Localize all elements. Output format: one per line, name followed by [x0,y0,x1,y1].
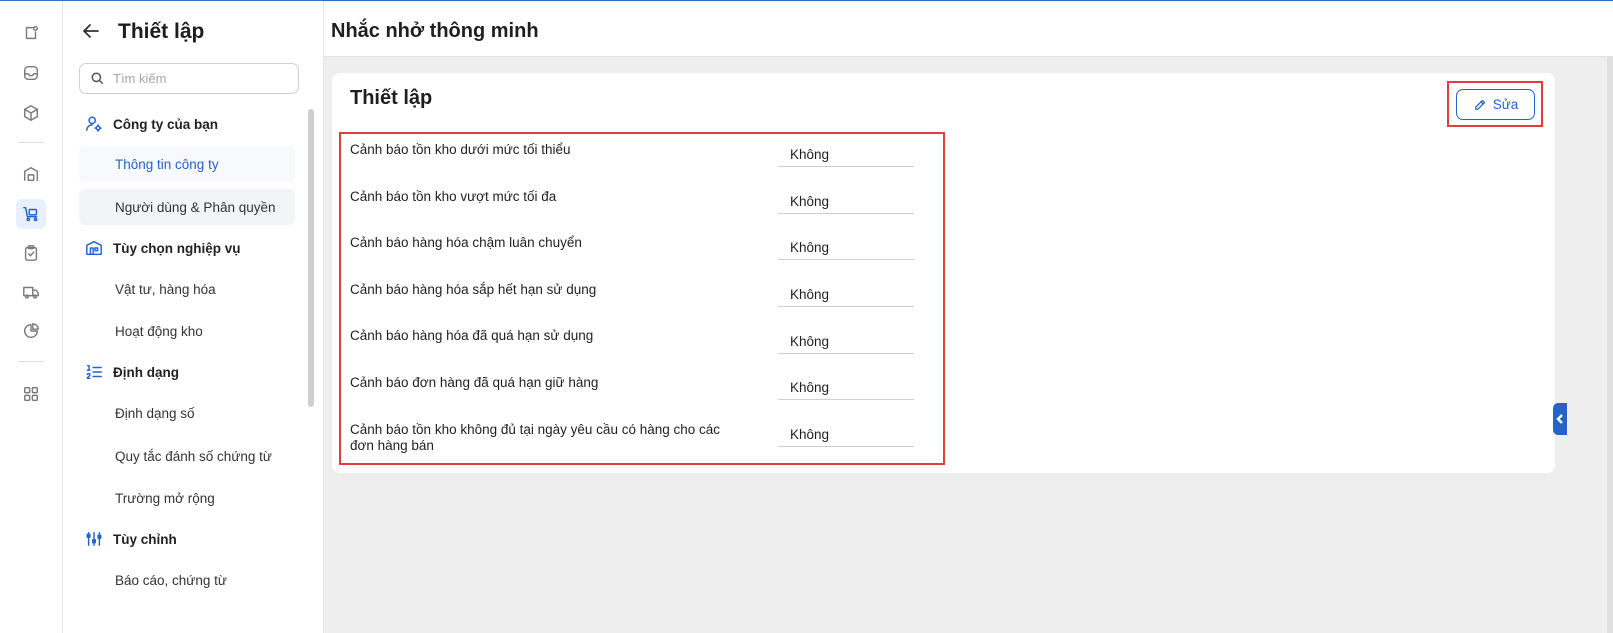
app-icon-rail [0,1,63,633]
card-title: Thiết lập [350,87,433,109]
truck-icon[interactable] [16,277,46,307]
section-label: Tùy chỉnh [113,531,177,547]
pie-chart-icon[interactable] [16,316,46,346]
section-label: Tùy chọn nghiệp vụ [113,240,241,256]
setting-value: Không [778,334,914,354]
section-dinh-dang[interactable]: Định dạng [85,363,179,381]
setting-value: Không [778,427,914,447]
numbered-list-icon [86,364,102,380]
setting-value: Không [778,240,914,260]
page-header: Nhắc nhở thông minh [324,2,1613,57]
main-panel: Nhắc nhở thông minh Thiết lập Sửa Cảnh b… [324,1,1613,633]
sidebar-item-nguoi-dung[interactable]: Người dùng & Phân quyền [79,189,295,225]
setting-label: Cảnh báo hàng hóa chậm luân chuyển [350,235,582,250]
app-window: Thiết lập Công ty của bạn Thông tin công… [0,0,1613,633]
sidebar-item-vat-tu[interactable]: Vật tư, hàng hóa [79,271,295,307]
setting-value: Không [778,194,914,214]
edit-label: Sửa [1492,97,1519,112]
inbox-icon[interactable] [16,58,46,88]
sidebar-item-hoat-dong-kho[interactable]: Hoạt động kho [79,313,295,349]
warehouse-icon[interactable] [16,159,46,189]
section-tuy-chinh[interactable]: Tùy chỉnh [85,530,177,548]
chevron-left-icon [1556,414,1563,424]
rail-divider [18,361,44,362]
building-icon [86,240,102,256]
box-icon[interactable] [16,98,46,128]
settings-sidebar: Thiết lập Công ty của bạn Thông tin công… [63,1,324,633]
cart-icon[interactable] [16,199,46,229]
clipboard-check-icon[interactable] [16,238,46,268]
apps-grid-icon[interactable] [16,379,46,409]
section-label: Công ty của bạn [113,116,219,132]
sidebar-item-thong-tin-cong-ty[interactable]: Thông tin công ty [79,146,295,182]
pencil-icon [1474,99,1485,110]
search-box[interactable] [79,63,299,94]
sidebar-item-dinh-dang-so[interactable]: Định dạng số [79,395,295,431]
section-label: Định dạng [113,364,179,380]
expand-panel-tab[interactable] [1553,403,1567,435]
sidebar-item-truong-mo-rong[interactable]: Trường mở rộng [79,480,295,516]
back-arrow-icon[interactable] [81,21,103,43]
dashboard-icon[interactable] [16,18,46,48]
sidebar-item-quy-tac-danh-so[interactable]: Quy tắc đánh số chứng từ [79,438,295,474]
setting-value: Không [778,287,914,307]
setting-label: Cảnh báo hàng hóa sắp hết hạn sử dụng [350,282,597,297]
setting-value: Không [778,147,914,167]
section-tuy-chon-nghiep-vu[interactable]: Tùy chọn nghiệp vụ [85,239,241,257]
setting-label: Cảnh báo tồn kho không đủ tại ngày yêu c… [350,422,721,453]
section-cong-ty[interactable]: Công ty của bạn [85,115,218,133]
setting-value: Không [778,380,914,400]
setting-label: Cảnh báo tồn kho vượt mức tối đa [350,189,557,204]
sidebar-title: Thiết lập [118,20,205,43]
search-icon [91,72,104,85]
edit-button[interactable]: Sửa [1456,89,1535,120]
user-gear-icon [86,116,102,132]
page-title: Nhắc nhở thông minh [331,20,539,42]
sliders-icon [86,531,102,547]
sidebar-item-bao-cao[interactable]: Báo cáo, chứng từ [79,562,295,598]
rail-divider [18,142,44,143]
sidebar-scrollbar[interactable] [308,109,314,407]
settings-card: Thiết lập Sửa Cảnh báo tồn kho dưới mức … [332,73,1555,473]
setting-label: Cảnh báo đơn hàng đã quá hạn giữ hàng [350,375,599,390]
page-scrollbar[interactable] [1607,57,1613,633]
setting-label: Cảnh báo tồn kho dưới mức tối thiểu [350,142,571,157]
setting-label: Cảnh báo hàng hóa đã quá hạn sử dụng [350,328,594,343]
search-input[interactable] [113,71,293,86]
